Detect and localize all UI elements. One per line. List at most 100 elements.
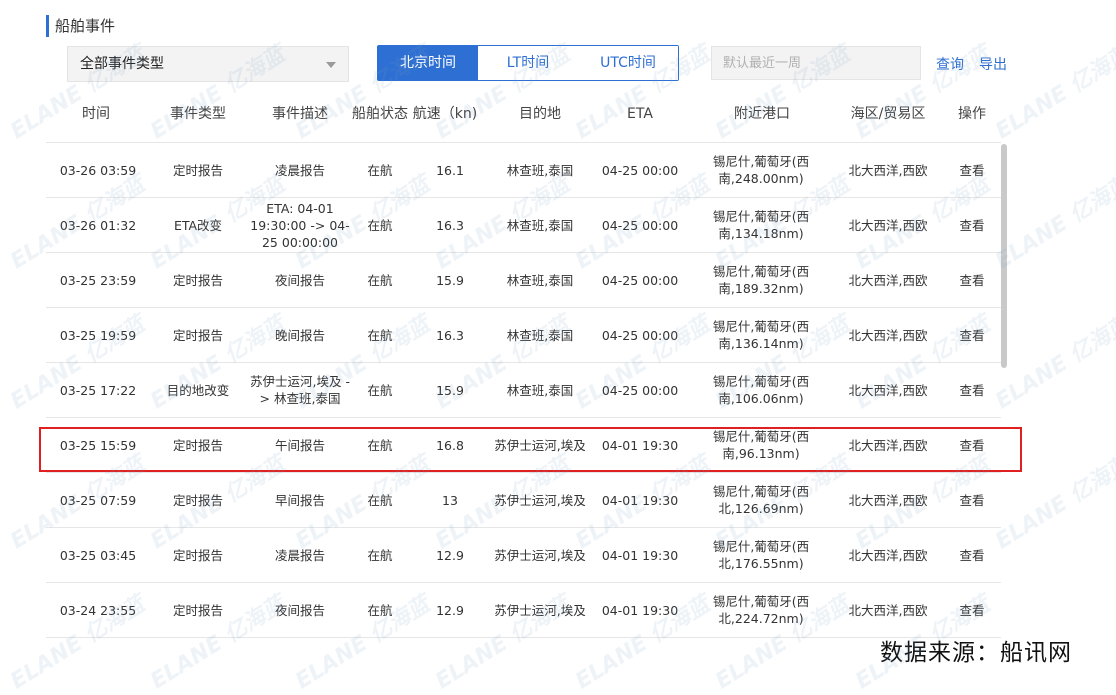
column-header-type: 事件类型 [170, 106, 226, 122]
time-zone-toggle: 北京时间 LT时间 UTC时间 [377, 45, 679, 81]
cell-area: 北大西洋,西欧 [848, 437, 928, 453]
cell-port: 锡尼什,葡萄牙(西北,176.55nm) [712, 539, 810, 571]
view-link[interactable]: 查看 [940, 143, 1004, 197]
cell-dest: 林查班,泰国 [506, 327, 574, 343]
cell-dest: 林查班,泰国 [506, 272, 574, 288]
table-row: 03-25 23:59 定时报告 夜间报告 在航 15.9 林查班,泰国 04-25 00:… [46, 253, 1001, 308]
utc-time-button[interactable]: UTC时间 [578, 46, 678, 80]
column-header-time: 时间 [82, 106, 110, 122]
cell-port: 锡尼什,葡萄牙(西南,134.18nm) [712, 209, 810, 241]
view-link[interactable]: 查看 [940, 583, 1004, 637]
cell-speed: 16.1 [436, 162, 464, 178]
cell-port: 锡尼什,葡萄牙(西南,189.32nm) [712, 264, 810, 296]
cell-desc: 早间报告 [274, 492, 325, 508]
cell-eta: 04-01 19:30 [601, 547, 679, 563]
cell-type: 定时报告 [172, 272, 223, 288]
cell-eta: 04-25 00:00 [601, 382, 679, 398]
view-link[interactable]: 查看 [940, 473, 1004, 527]
table-row: 03-25 17:22 目的地改变 苏伊士运河,埃及 -> 林查班,泰国 在航 15.9… [46, 363, 1001, 418]
view-link[interactable]: 查看 [940, 418, 1004, 472]
cell-eta: 04-25 00:00 [601, 217, 679, 233]
cell-desc: 晚间报告 [274, 327, 325, 343]
cell-port: 锡尼什,葡萄牙(西南,136.14nm) [712, 319, 810, 351]
date-range-input[interactable] [711, 46, 921, 80]
cell-port: 锡尼什,葡萄牙(西南,96.13nm) [712, 429, 810, 461]
cell-time: 03-25 03:45 [59, 547, 137, 563]
cell-type: 定时报告 [172, 547, 223, 563]
cell-port: 锡尼什,葡萄牙(西南,248.00nm) [712, 154, 810, 186]
lt-time-button[interactable]: LT时间 [478, 46, 578, 80]
cell-area: 北大西洋,西欧 [848, 217, 928, 233]
cell-speed: 12.9 [436, 547, 464, 563]
cell-dest: 苏伊士运河,埃及 [494, 492, 586, 508]
cell-type: 定时报告 [172, 492, 223, 508]
cell-status: 在航 [367, 272, 393, 288]
cell-area: 北大西洋,西欧 [848, 602, 928, 618]
cell-time: 03-25 19:59 [59, 327, 137, 343]
event-type-value: 全部事件类型 [80, 56, 164, 72]
column-header-area: 海区/贸易区 [850, 106, 926, 122]
cell-area: 北大西洋,西欧 [848, 272, 928, 288]
cell-dest: 林查班,泰国 [506, 382, 574, 398]
cell-time: 03-25 23:59 [59, 272, 137, 288]
cell-area: 北大西洋,西欧 [848, 162, 928, 178]
table-scrollbar[interactable] [1001, 144, 1007, 368]
column-header-port: 附近港口 [734, 106, 790, 122]
section-title: 船舶事件 [46, 15, 115, 37]
cell-dest: 林查班,泰国 [506, 162, 574, 178]
cell-port: 锡尼什,葡萄牙(西南,106.06nm) [712, 374, 810, 406]
cell-time: 03-26 03:59 [59, 162, 137, 178]
cell-status: 在航 [367, 492, 393, 508]
cell-type: 目的地改变 [166, 382, 230, 398]
watermark-logo: ELANE 亿海蓝 [991, 171, 1116, 275]
view-link[interactable]: 查看 [940, 308, 1004, 362]
query-button[interactable]: 查询 [936, 54, 964, 74]
cell-status: 在航 [367, 437, 393, 453]
view-link[interactable]: 查看 [940, 528, 1004, 582]
cell-speed: 15.9 [436, 382, 464, 398]
beijing-time-button[interactable]: 北京时间 [378, 46, 478, 80]
cell-status: 在航 [367, 162, 393, 178]
cell-desc: 凌晨报告 [274, 162, 325, 178]
cell-speed: 13 [442, 492, 458, 508]
chevron-down-icon [326, 62, 336, 68]
cell-eta: 04-01 19:30 [601, 492, 679, 508]
cell-status: 在航 [367, 217, 393, 233]
watermark-logo: ELANE 亿海蓝 [991, 41, 1116, 145]
column-header-status: 船舶状态 [352, 106, 408, 122]
cell-area: 北大西洋,西欧 [848, 547, 928, 563]
table-row: 03-25 19:59 定时报告 晚间报告 在航 16.3 林查班,泰国 04-25 00:… [46, 308, 1001, 363]
watermark-logo: ELANE 亿海蓝 [991, 451, 1116, 555]
cell-type: 定时报告 [172, 602, 223, 618]
cell-speed: 12.9 [436, 602, 464, 618]
cell-type: 定时报告 [172, 437, 223, 453]
cell-time: 03-26 01:32 [59, 217, 137, 233]
cell-status: 在航 [367, 327, 393, 343]
cell-desc: 苏伊士运河,埃及 -> 林查班,泰国 [250, 374, 350, 406]
cell-dest: 苏伊士运河,埃及 [494, 602, 586, 618]
data-source-note: 数据来源：船讯网 [880, 640, 1072, 666]
cell-time: 03-25 17:22 [59, 382, 137, 398]
cell-port: 锡尼什,葡萄牙(西北,224.72nm) [712, 594, 810, 626]
view-link[interactable]: 查看 [940, 198, 1004, 252]
column-header-eta: ETA [627, 106, 653, 122]
column-header-desc: 事件描述 [272, 106, 328, 122]
cell-speed: 16.3 [436, 327, 464, 343]
cell-eta: 04-01 19:30 [601, 437, 679, 453]
event-type-select[interactable]: 全部事件类型 [67, 46, 349, 82]
export-button[interactable]: 导出 [979, 54, 1007, 74]
cell-desc: 午间报告 [274, 437, 325, 453]
cell-dest: 苏伊士运河,埃及 [494, 437, 586, 453]
view-link[interactable]: 查看 [940, 363, 1004, 417]
cell-desc: 夜间报告 [274, 602, 325, 618]
cell-port: 锡尼什,葡萄牙(西北,126.69nm) [712, 484, 810, 516]
cell-dest: 林查班,泰国 [506, 217, 574, 233]
cell-area: 北大西洋,西欧 [848, 492, 928, 508]
column-header-speed: 航速（kn) [412, 106, 478, 122]
cell-type: ETA改变 [173, 217, 223, 233]
cell-status: 在航 [367, 602, 393, 618]
cell-type: 定时报告 [172, 327, 223, 343]
cell-status: 在航 [367, 547, 393, 563]
event-table: 03-26 03:59 定时报告 凌晨报告 在航 16.1 林查班,泰国 04-25 00:… [46, 142, 1001, 639]
view-link[interactable]: 查看 [940, 253, 1004, 307]
